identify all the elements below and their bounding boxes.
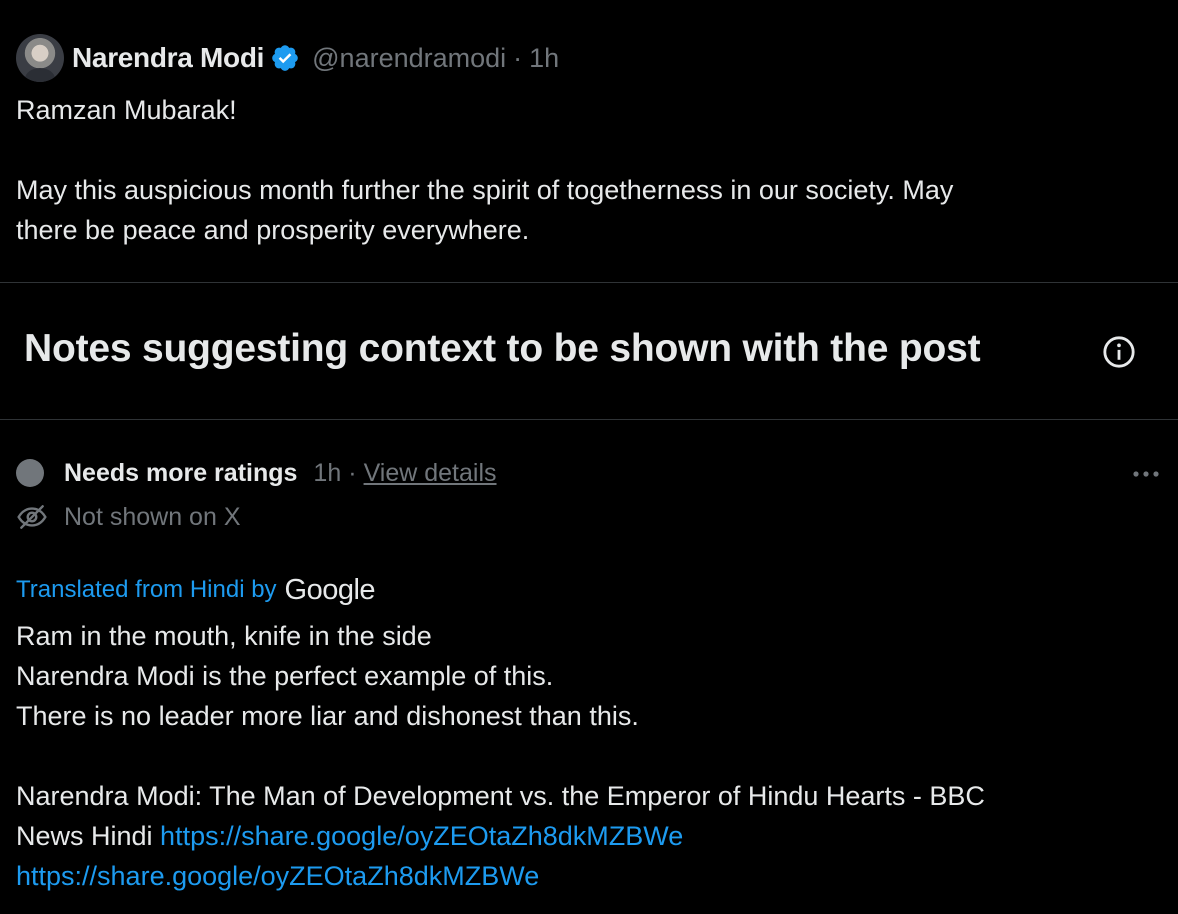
verified-badge-icon [272,45,298,71]
status-dot-icon [16,459,44,487]
view-details-link[interactable]: View details [364,459,497,488]
author-name[interactable]: Narendra Modi [72,42,264,74]
note-time: 1h [313,458,342,487]
source-link[interactable]: https://share.google/oyZEOtaZh8dkMZBWe [16,861,539,891]
note-body-line: There is no leader more liar and dishone… [16,701,639,731]
note-body-text: News Hindi [16,821,161,851]
note-body: Ram in the mouth, knife in the side Nare… [16,616,1166,896]
post: Narendra Modi @narendramodi · 1h Ramzan … [0,0,1178,282]
eye-off-icon [17,505,47,529]
note-body-line: News Hindi https://share.google/oyZEOtaZ… [16,816,1166,856]
note-status-label: Needs more ratings [64,458,298,487]
header-separator: · [513,42,523,73]
avatar[interactable] [16,34,64,82]
note-visibility-row: Not shown on X [16,500,241,534]
more-options-icon[interactable] [1130,464,1162,484]
post-text-line: May this auspicious month further the sp… [16,175,954,205]
post-text-line: there be peace and prosperity everywhere… [16,215,530,245]
notes-section-header: Notes suggesting context to be shown wit… [0,283,1178,419]
source-link[interactable]: https://share.google/oyZEOtaZh8dkMZBWe [160,821,683,851]
post-header: Narendra Modi @narendramodi · 1h [16,34,559,82]
visibility-label: Not shown on X [64,502,241,531]
translated-label[interactable]: Translated from Hindi by [16,576,277,604]
note-status-row: Needs more ratings 1h · View details [16,456,497,490]
post-time[interactable]: 1h [529,43,559,74]
note-body-line: https://share.google/oyZEOtaZh8dkMZBWe [16,856,1166,896]
note-body-line: Narendra Modi: The Man of Development vs… [16,781,985,811]
google-logo: Google [284,573,376,606]
note-body-line: Narendra Modi is the perfect example of … [16,661,554,691]
translation-attribution: Translated from Hindi by Google [16,572,376,608]
post-text-line: Ramzan Mubarak! [16,95,237,125]
post-text: Ramzan Mubarak! May this auspicious mont… [16,90,1156,250]
note-separator: · [348,458,357,487]
info-icon[interactable] [1102,335,1136,369]
community-note: Needs more ratings 1h · View details Not… [0,420,1178,914]
notes-section-title: Notes suggesting context to be shown wit… [24,327,981,370]
note-body-line: Ram in the mouth, knife in the side [16,621,432,651]
author-handle[interactable]: @narendramodi [312,43,506,74]
